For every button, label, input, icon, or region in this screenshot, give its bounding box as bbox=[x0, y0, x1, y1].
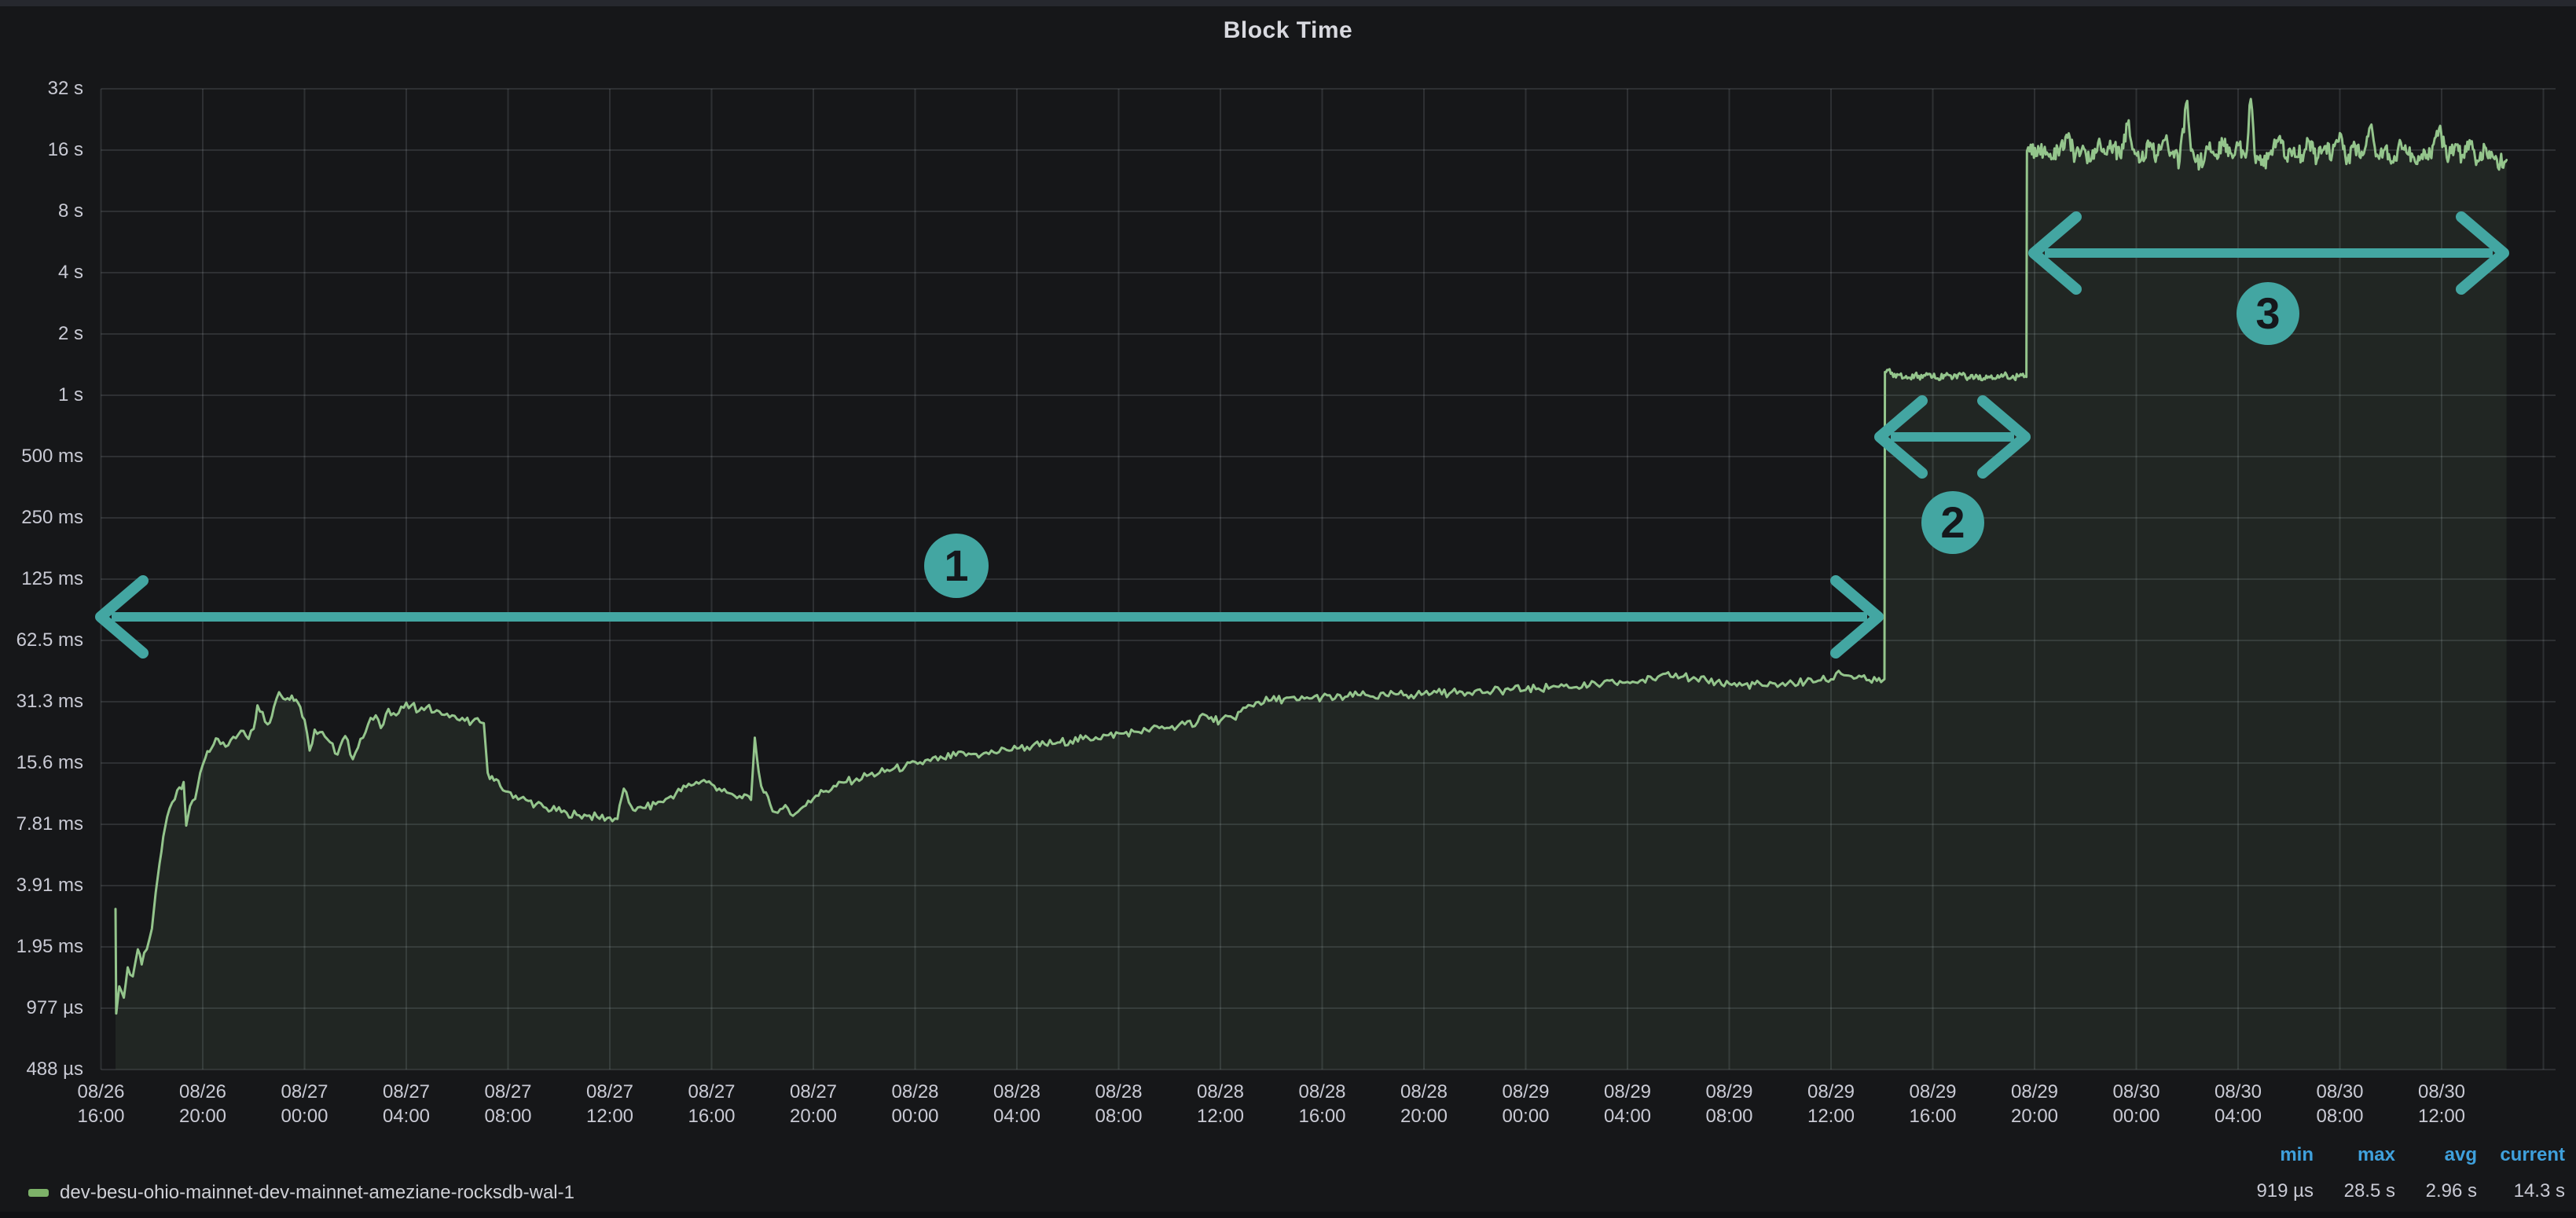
legend-row: dev-besu-ohio-mainnet-dev-mainnet-amezia… bbox=[28, 1182, 574, 1204]
stat-value-avg: 2.96 s bbox=[2395, 1180, 2477, 1202]
x-axis-tick-label: 08/28 08:00 bbox=[1064, 1080, 1174, 1128]
y-axis-tick-label: 4 s bbox=[0, 262, 83, 284]
series-fill bbox=[116, 99, 2507, 1069]
y-axis-tick-label: 8 s bbox=[0, 200, 83, 222]
x-axis-tick-label: 08/30 12:00 bbox=[2387, 1080, 2497, 1128]
x-axis-tick-label: 08/27 12:00 bbox=[555, 1080, 665, 1128]
x-axis-tick-label: 08/26 20:00 bbox=[148, 1080, 258, 1128]
x-axis-tick-label: 08/30 00:00 bbox=[2082, 1080, 2192, 1128]
y-axis-tick-label: 15.6 ms bbox=[0, 752, 83, 774]
x-axis-tick-label: 08/29 16:00 bbox=[1878, 1080, 1988, 1128]
x-axis-tick-label: 08/26 16:00 bbox=[46, 1080, 156, 1128]
x-axis-tick-label: 08/29 00:00 bbox=[1471, 1080, 1581, 1128]
annotation-arrow-1 bbox=[101, 581, 1878, 653]
y-axis-tick-label: 1 s bbox=[0, 384, 83, 406]
y-axis-tick-label: 2 s bbox=[0, 323, 83, 345]
x-axis-tick-label: 08/28 20:00 bbox=[1369, 1080, 1479, 1128]
graph-panel: Block Time 123 32 s16 s8 s4 s2 s1 s500 m… bbox=[0, 6, 2576, 1212]
svg-text:1: 1 bbox=[944, 541, 968, 590]
y-axis-tick-label: 31.3 ms bbox=[0, 691, 83, 713]
stat-header-current[interactable]: current bbox=[2477, 1144, 2565, 1166]
legend-stat-headers: minmaxavgcurrent bbox=[2219, 1144, 2565, 1166]
svg-text:2: 2 bbox=[1940, 497, 1965, 547]
y-axis-tick-label: 488 µs bbox=[0, 1058, 83, 1080]
x-axis-tick-label: 08/28 12:00 bbox=[1165, 1080, 1275, 1128]
stat-header-max[interactable]: max bbox=[2314, 1144, 2395, 1166]
legend-series-swatch[interactable] bbox=[28, 1189, 49, 1197]
y-axis-tick-label: 16 s bbox=[0, 139, 83, 161]
x-axis-tick-label: 08/27 04:00 bbox=[351, 1080, 461, 1128]
x-axis-tick-label: 08/27 20:00 bbox=[758, 1080, 868, 1128]
stat-value-current: 14.3 s bbox=[2477, 1180, 2565, 1202]
annotation-number-2: 2 bbox=[1921, 491, 1984, 554]
legend-stat-values: 919 µs28.5 s2.96 s14.3 s bbox=[2219, 1180, 2565, 1202]
x-axis-tick-label: 08/27 16:00 bbox=[657, 1080, 767, 1128]
svg-text:3: 3 bbox=[2255, 288, 2280, 338]
stat-header-min[interactable]: min bbox=[2219, 1144, 2314, 1166]
y-axis-tick-label: 3.91 ms bbox=[0, 875, 83, 897]
x-axis-tick-label: 08/30 04:00 bbox=[2183, 1080, 2293, 1128]
x-axis-tick-label: 08/28 04:00 bbox=[962, 1080, 1072, 1128]
y-axis-tick-label: 977 µs bbox=[0, 997, 83, 1019]
x-axis-tick-label: 08/29 08:00 bbox=[1675, 1080, 1785, 1128]
window-top-strip bbox=[0, 0, 2576, 6]
y-axis-tick-label: 250 ms bbox=[0, 507, 83, 529]
x-axis-tick-label: 08/29 20:00 bbox=[1980, 1080, 2090, 1128]
x-axis-tick-label: 08/29 04:00 bbox=[1572, 1080, 1682, 1128]
annotation-number-1: 1 bbox=[924, 534, 989, 598]
y-axis-tick-label: 1.95 ms bbox=[0, 936, 83, 958]
x-axis-tick-label: 08/28 00:00 bbox=[861, 1080, 971, 1128]
y-axis-tick-label: 62.5 ms bbox=[0, 629, 83, 651]
stat-header-avg[interactable]: avg bbox=[2395, 1144, 2477, 1166]
y-axis-tick-label: 500 ms bbox=[0, 446, 83, 468]
chart-canvas[interactable]: 1 2 3 bbox=[0, 6, 2576, 1218]
x-axis-tick-label: 08/29 12:00 bbox=[1776, 1080, 1886, 1128]
x-axis-tick-label: 08/27 08:00 bbox=[453, 1080, 563, 1128]
legend-series-name[interactable]: dev-besu-ohio-mainnet-dev-mainnet-amezia… bbox=[60, 1182, 574, 1204]
stat-value-min: 919 µs bbox=[2219, 1180, 2314, 1202]
y-axis-tick-label: 7.81 ms bbox=[0, 813, 83, 835]
stat-value-max: 28.5 s bbox=[2314, 1180, 2395, 1202]
y-axis-tick-label: 32 s bbox=[0, 78, 83, 100]
y-axis-tick-label: 125 ms bbox=[0, 568, 83, 590]
annotation-number-3: 3 bbox=[2237, 282, 2299, 345]
x-axis-tick-label: 08/30 08:00 bbox=[2285, 1080, 2395, 1128]
x-axis-tick-label: 08/27 00:00 bbox=[250, 1080, 360, 1128]
x-axis-tick-label: 08/28 16:00 bbox=[1268, 1080, 1378, 1128]
